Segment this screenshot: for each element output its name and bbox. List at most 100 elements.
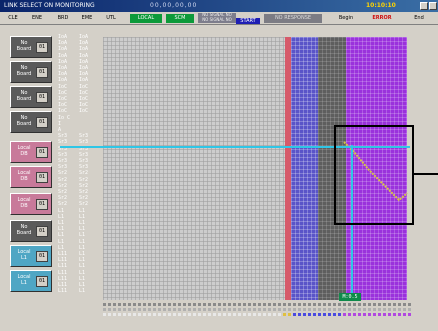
timeline-tick [393,313,396,316]
timeline-tick [338,303,341,306]
timeline-tick [303,308,306,311]
timeline-tick [313,303,316,306]
timeline-tick [328,313,331,316]
timeline-tick [368,308,371,311]
timeline-tick [338,308,341,311]
timeline-tick [328,303,331,306]
timeline-tick [373,303,376,306]
timeline-tick [388,308,391,311]
timeline-tick [123,303,126,306]
timeline-tick [163,303,166,306]
timeline-tick [158,303,161,306]
timeline-tick [278,308,281,311]
timeline-tick [363,303,366,306]
timeline-tick [333,308,336,311]
waveform-trace [343,141,408,202]
timeline-tick [173,303,176,306]
timeline-tick [403,313,406,316]
timeline-tick [223,313,226,316]
timeline-tick [153,303,156,306]
timeline-tick [308,308,311,311]
timeline-tick [393,303,396,306]
timeline-tick [248,313,251,316]
timeline-tick [238,303,241,306]
timeline-tick [133,313,136,316]
timeline-tick [108,303,111,306]
timeline-tick [183,303,186,306]
timeline-tick [203,308,206,311]
timeline-tick [228,303,231,306]
timeline-tick [113,303,116,306]
timeline-tick [408,313,411,316]
timeline-tick [198,308,201,311]
timeline-tick [268,303,271,306]
timeline-tick [298,308,301,311]
timeline-tick [223,303,226,306]
timeline-tick [388,303,391,306]
timeline-tick [403,303,406,306]
timeline-tick [363,308,366,311]
timeline-tick [263,313,266,316]
timeline-tick [348,308,351,311]
timeline-tick [148,303,151,306]
timeline-tick [378,303,381,306]
timeline-tick [103,308,106,311]
timeline-tick [233,308,236,311]
timeline-tick [333,303,336,306]
timeline-tick [343,308,346,311]
timeline-tick [328,308,331,311]
timeline-tick [118,308,121,311]
timeline-tick [268,308,271,311]
timeline-tick [398,308,401,311]
timeline-tick [108,308,111,311]
timeline-tick [128,303,131,306]
timeline-tick [293,303,296,306]
timeline-tick [318,308,321,311]
timeline-tick [218,308,221,311]
timeline-tick [198,303,201,306]
timeline-tick [138,313,141,316]
timeline-tick [248,303,251,306]
timeline-tick [193,303,196,306]
timeline-tick [228,313,231,316]
timeline-tick [378,313,381,316]
cursor-tag: M:0.5 [339,293,361,301]
timeline-tick [278,313,281,316]
timeline-tick [358,308,361,311]
timeline-tick [208,303,211,306]
timeline-tick [248,308,251,311]
timeline-tick [218,313,221,316]
timeline-tick [393,308,396,311]
horizontal-cursor-line[interactable] [60,146,410,148]
timeline-tick [178,313,181,316]
timeline-tick [373,308,376,311]
timeline-tick [283,313,286,316]
timeline-tick [198,313,201,316]
timeline-tick [353,308,356,311]
timeline-tick [358,313,361,316]
timeline-tick [163,313,166,316]
timeline-tick [318,313,321,316]
timeline-tick [243,303,246,306]
timeline-tick [263,303,266,306]
timeline-tick [323,308,326,311]
timeline-tick [168,303,171,306]
timeline-tick [313,308,316,311]
timeline-tick [138,308,141,311]
timeline-tick [253,313,256,316]
timeline-tick [343,303,346,306]
timeline-tick [308,303,311,306]
timeline-tick [383,308,386,311]
timeline-tick [288,303,291,306]
vertical-cursor-line[interactable] [351,145,353,293]
timeline-tick [323,313,326,316]
timeline-tick [263,308,266,311]
timeline-tick [253,308,256,311]
timeline-tick [213,303,216,306]
timeline-tick [168,313,171,316]
timeline-tick [193,313,196,316]
timeline-strip[interactable] [103,303,413,321]
timeline-tick [133,308,136,311]
timeline-tick [353,313,356,316]
timeline-tick [298,303,301,306]
